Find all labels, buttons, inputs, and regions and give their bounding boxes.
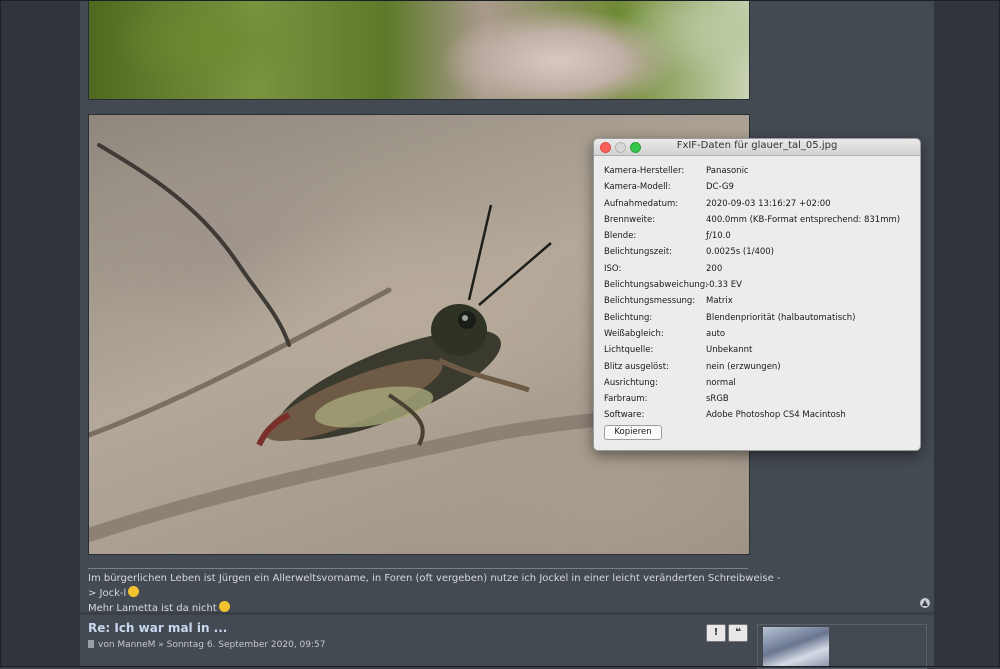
exif-value: 200 (706, 263, 723, 274)
exif-label: Weißabgleich: (604, 328, 664, 339)
exif-row: Weißabgleich: auto (604, 326, 914, 342)
signature-divider (88, 568, 748, 569)
exif-value: 0.0025s (1/400) (706, 247, 774, 258)
exif-value: Blendenpriorität (halbautomatisch) (706, 312, 856, 323)
exif-value: normal (706, 377, 736, 388)
exif-value: ƒ/10.0 (706, 231, 731, 242)
exif-value: Unbekannt (706, 345, 753, 356)
exif-label: Kamera-Hersteller: (604, 166, 685, 176)
exif-row: Aufnahmedatum: 2020-09-03 13:16:27 +02:00 (604, 196, 914, 212)
exif-label: Belichtungszeit: (604, 247, 673, 258)
exif-row: Belichtungsabweichung: -0.33 EV (604, 277, 914, 293)
exif-row: Ausrichtung: normal (604, 375, 914, 391)
exif-row: Belichtung: Blendenpriorität (halbautomat… (604, 310, 914, 326)
exif-value: Adobe Photoshop CS4 Macintosh (706, 410, 846, 421)
exif-label: Kamera-Modell: (604, 182, 671, 193)
exif-value: sRGB (706, 394, 729, 405)
exif-label: ISO: (604, 263, 622, 274)
exif-label: Lichtquelle: (604, 345, 654, 356)
exif-label: Aufnahmedatum: (604, 198, 679, 209)
exif-label: Belichtungsmessung: (604, 296, 696, 307)
dialog-title: FxIF-Daten für glauer_tal_05.jpg (676, 140, 838, 151)
exif-label: Belichtungsabweichung: (604, 280, 709, 291)
reply-meta-text: von ManneM » Sonntag 6. September 2020, … (98, 640, 326, 650)
exif-value: DC-G9 (706, 182, 734, 193)
exif-label: Ausrichtung: (604, 377, 658, 388)
exif-row: Belichtungszeit: 0.0025s (1/400) (604, 244, 914, 260)
copy-button[interactable]: Kopieren (604, 425, 662, 440)
reply-meta: von ManneM » Sonntag 6. September 2020, … (88, 640, 325, 650)
exif-label: Belichtung: (604, 312, 653, 323)
post-file-icon[interactable] (88, 640, 94, 648)
right-gutter (934, 0, 1000, 667)
left-gutter (0, 0, 80, 667)
smiley-icon (128, 586, 140, 597)
signature: Im bürgerlichen Leben ist Jürgen ein All… (88, 572, 788, 616)
exif-row: Lichtquelle: Unbekannt (604, 342, 914, 358)
exif-value: Panasonic (706, 166, 749, 176)
signature-line-1: Im bürgerlichen Leben ist Jürgen ein All… (88, 573, 781, 599)
exif-row: Belichtungsmessung: Matrix (604, 293, 914, 309)
exif-value: 400.0mm (KB-Format entsprechend: 831mm) (706, 214, 901, 225)
exif-row: Kamera-Hersteller: Panasonic (604, 163, 914, 179)
exif-label: Blitz ausgelöst: (604, 361, 669, 372)
attachment-thumbnail[interactable] (763, 627, 829, 667)
exif-row: Software: Adobe Photoshop CS4 Macintosh (604, 407, 914, 423)
exif-row: Kamera-Modell: DC-G9 (604, 179, 914, 195)
exif-label: Software: (604, 410, 645, 421)
quote-button[interactable]: ❝ (728, 624, 748, 642)
exif-row: Brennweite: 400.0mm (KB-Format entspreche… (604, 212, 914, 228)
exif-table: Kamera-Hersteller: Panasonic Kamera-Modell… (604, 163, 914, 424)
exif-label: Farbraum: (604, 394, 648, 405)
exif-label: Blende: (604, 231, 637, 242)
exif-value: nein (erzwungen) (706, 361, 781, 372)
exif-row: Blende: ƒ/10.0 (604, 228, 914, 244)
exif-label: Brennweite: (604, 214, 656, 225)
reply-title[interactable]: Re: Ich war mal in ... (88, 621, 227, 635)
exif-dialog: FxIF-Daten für glauer_tal_05.jpg Kamera-… (593, 138, 921, 451)
grin-icon (218, 601, 230, 612)
exif-row: Farbraum: sRGB (604, 391, 914, 407)
exif-value: Matrix (706, 296, 733, 307)
exif-value: 2020-09-03 13:16:27 +02:00 (706, 198, 831, 209)
report-button[interactable]: ! (706, 624, 726, 642)
exif-value: auto (706, 328, 726, 339)
signature-line-2: Mehr Lametta ist da nicht (88, 603, 217, 614)
back-to-top-icon[interactable]: ▲ (920, 598, 930, 608)
exif-value: -0.33 EV (706, 280, 742, 291)
exif-row: Blitz ausgelöst: nein (erzwungen) (604, 359, 914, 375)
post-photo-moss[interactable] (88, 0, 750, 100)
dialog-titlebar[interactable]: FxIF-Daten für glauer_tal_05.jpg (594, 139, 920, 156)
exif-row: ISO: 200 (604, 261, 914, 277)
